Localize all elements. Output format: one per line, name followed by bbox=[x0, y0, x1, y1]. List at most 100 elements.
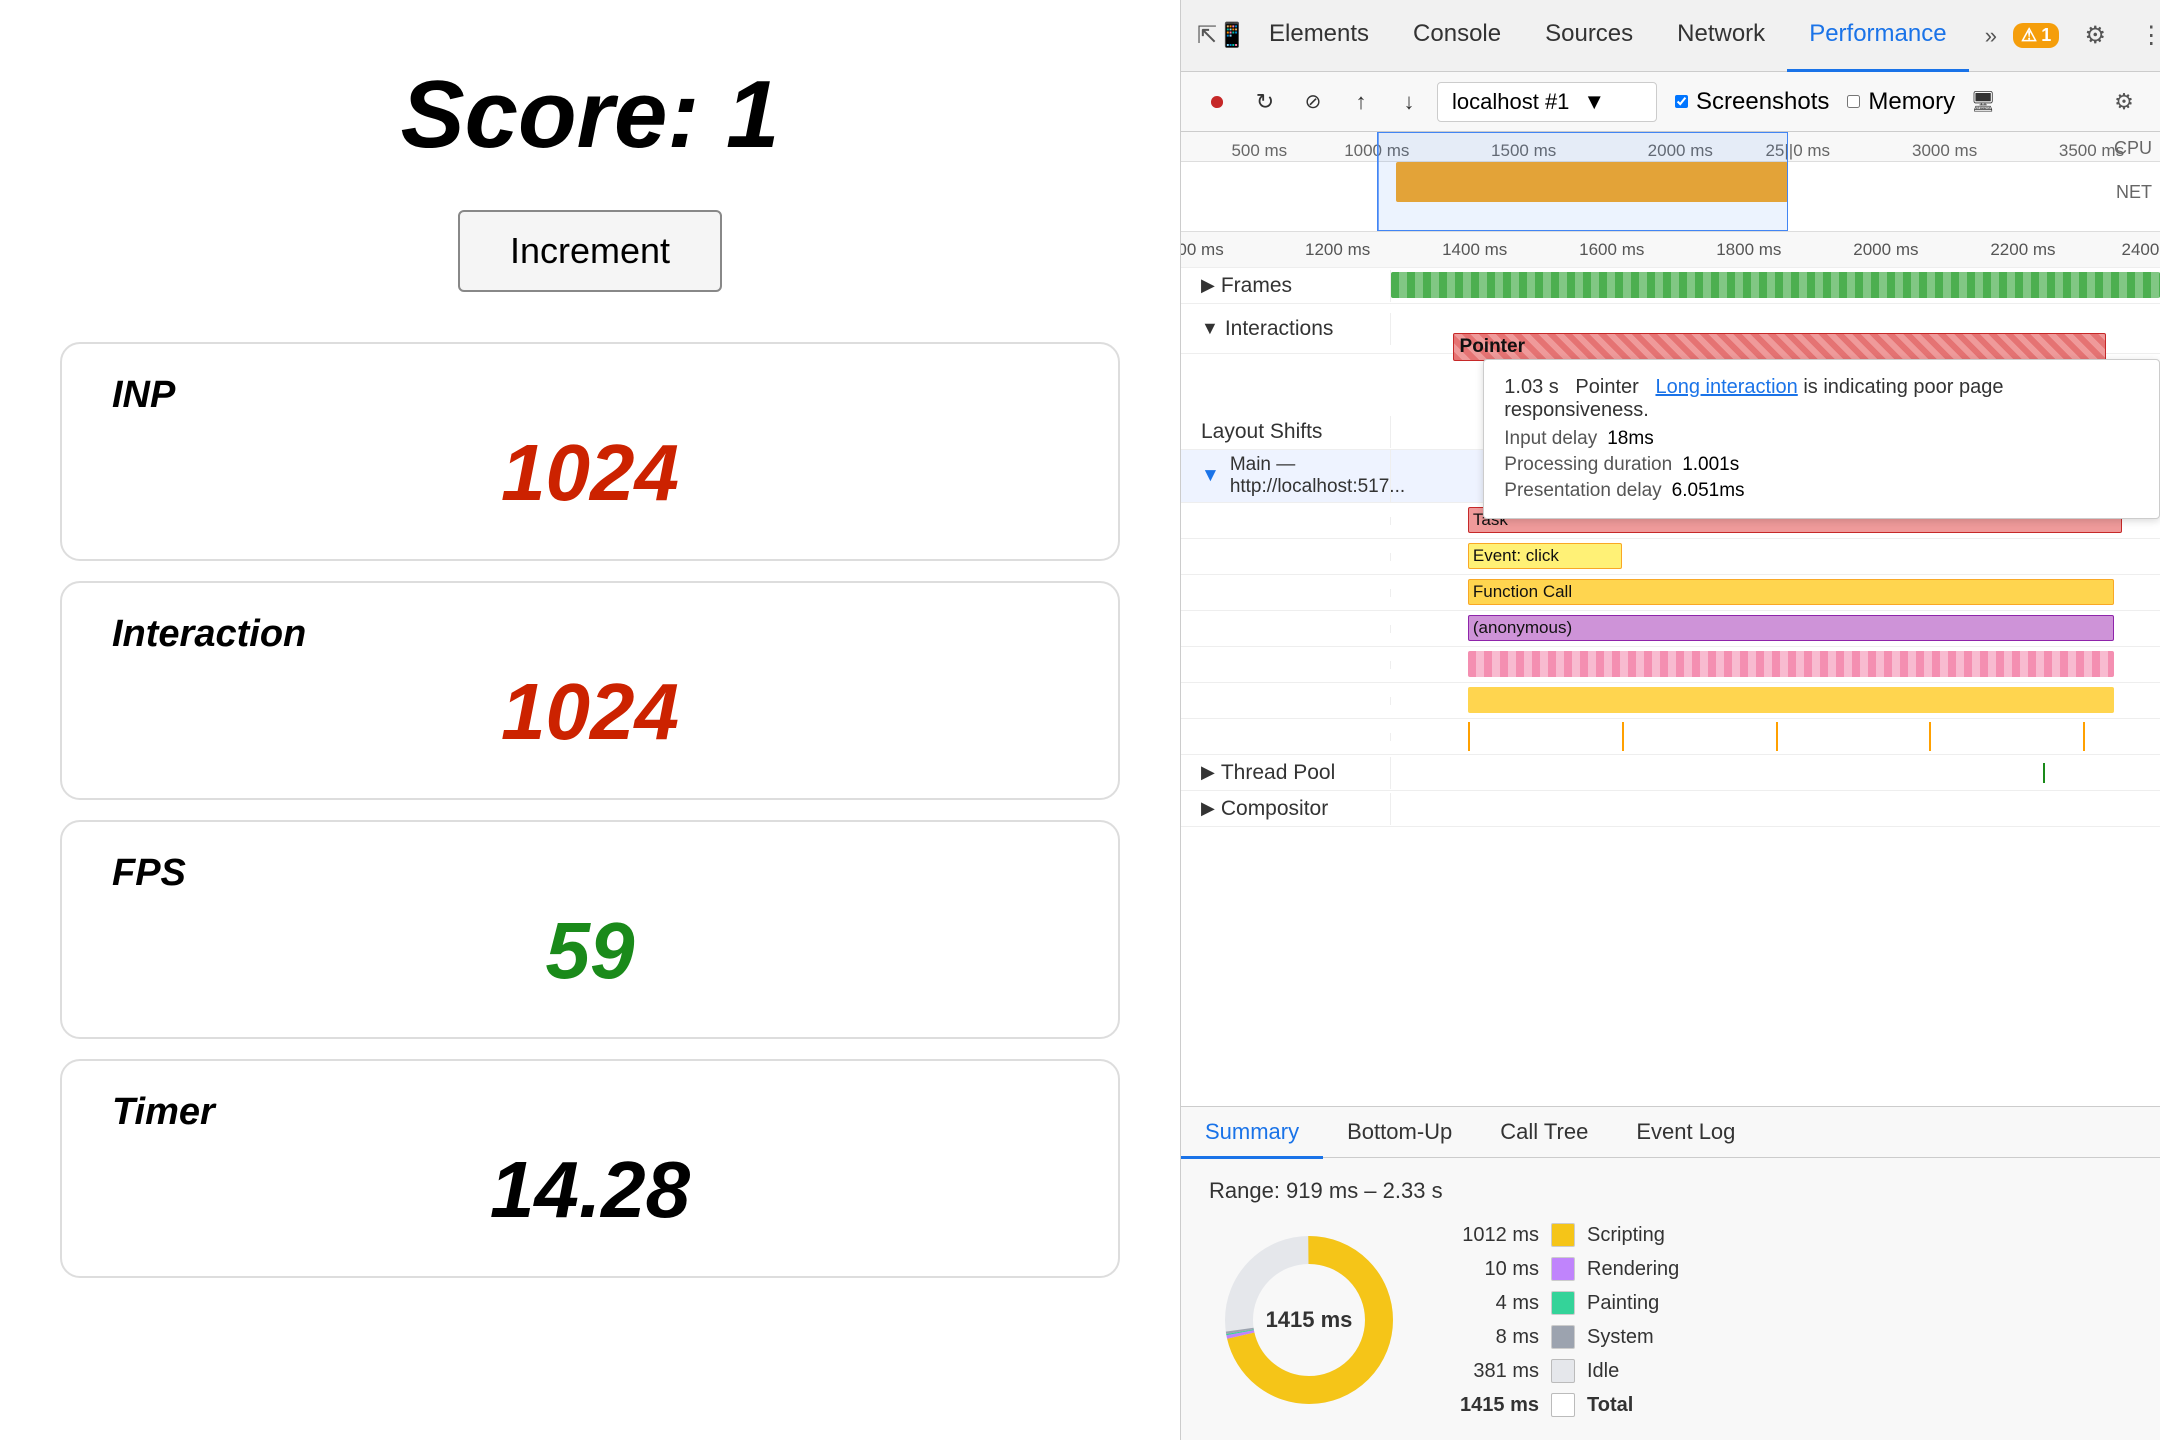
yellow-row bbox=[1181, 683, 2160, 719]
event-click-bar[interactable]: Event: click bbox=[1468, 543, 1622, 569]
tooltip-input-delay-val: 18ms bbox=[1607, 428, 1653, 450]
tab-event-log[interactable]: Event Log bbox=[1612, 1107, 1759, 1159]
timeline-main[interactable]: 00 ms 1200 ms 1400 ms 1600 ms 1800 ms 20… bbox=[1181, 232, 2160, 1106]
bottom-tabs: Summary Bottom-Up Call Tree Event Log bbox=[1181, 1106, 2160, 1158]
legend-idle-swatch bbox=[1551, 1359, 1575, 1383]
legend-total: 1415 ms Total bbox=[1449, 1393, 1679, 1417]
increment-button[interactable]: Increment bbox=[458, 210, 722, 292]
legend-painting-val: 4 ms bbox=[1449, 1292, 1539, 1315]
main-tick-1400: 1400 ms bbox=[1442, 240, 1507, 260]
vertical-line-3 bbox=[1776, 722, 1778, 751]
tab-network[interactable]: Network bbox=[1655, 0, 1787, 72]
anonymous-row: (anonymous) bbox=[1181, 611, 2160, 647]
tooltip-warning-link[interactable]: Long interaction bbox=[1655, 376, 1797, 398]
pointer-interaction-bar[interactable]: Pointer bbox=[1453, 333, 2107, 361]
empty-label-1 bbox=[1181, 733, 1391, 741]
function-call-bar[interactable]: Function Call bbox=[1468, 579, 2114, 605]
cursor-icon[interactable]: ⇱ bbox=[1197, 16, 1217, 56]
tab-summary[interactable]: Summary bbox=[1181, 1107, 1323, 1159]
tab-call-tree[interactable]: Call Tree bbox=[1476, 1107, 1612, 1159]
net-label: NET bbox=[2116, 182, 2152, 203]
more-tabs-button[interactable]: » bbox=[1969, 23, 2013, 49]
frames-label-text: Frames bbox=[1221, 274, 1292, 298]
frames-bar bbox=[1391, 272, 2160, 298]
legend-scripting-swatch bbox=[1551, 1223, 1575, 1247]
tab-performance[interactable]: Performance bbox=[1787, 0, 1968, 72]
legend-scripting-val: 1012 ms bbox=[1449, 1224, 1539, 1247]
interactions-label-text: Interactions bbox=[1225, 317, 1334, 341]
anonymous-bar[interactable]: (anonymous) bbox=[1468, 615, 2114, 641]
yellow-content bbox=[1391, 683, 2160, 719]
pink-row bbox=[1181, 647, 2160, 683]
record-button[interactable]: ⏺ bbox=[1197, 82, 1237, 122]
legend-idle: 381 ms Idle bbox=[1449, 1359, 1679, 1383]
tab-sources[interactable]: Sources bbox=[1523, 0, 1655, 72]
ruler-tick-3000: 3000 ms bbox=[1912, 141, 1977, 161]
fps-value: 59 bbox=[112, 905, 1068, 997]
settings-icon[interactable]: ⚙ bbox=[2075, 16, 2115, 56]
compositor-collapse-icon[interactable]: ▶ bbox=[1201, 798, 1215, 819]
compositor-label: ▶ Compositor bbox=[1181, 793, 1391, 825]
timeline-overview[interactable]: 500 ms 1000 ms 1500 ms 2000 ms 25||0 ms … bbox=[1181, 132, 2160, 232]
device-icon[interactable]: 📱 bbox=[1217, 16, 1247, 56]
main-tick-1600: 1600 ms bbox=[1579, 240, 1644, 260]
pink-label bbox=[1181, 661, 1391, 669]
timer-label: Timer bbox=[112, 1091, 1068, 1134]
interactions-content: Pointer 1.03 s Pointer Long interaction … bbox=[1391, 304, 2160, 353]
screenshots-checkbox[interactable] bbox=[1675, 95, 1688, 108]
url-selector[interactable]: localhost #1 ▼ bbox=[1437, 82, 1657, 122]
interaction-value: 1024 bbox=[112, 666, 1068, 758]
legend-scripting: 1012 ms Scripting bbox=[1449, 1223, 1679, 1247]
yellow-bar bbox=[1468, 687, 2114, 713]
thread-pool-row: ▶ Thread Pool bbox=[1181, 755, 2160, 791]
warning-icon: ⚠ bbox=[2021, 25, 2037, 46]
inp-label: INP bbox=[112, 374, 1068, 417]
memory-label: Memory bbox=[1868, 88, 1955, 116]
compositor-row: ▶ Compositor bbox=[1181, 791, 2160, 827]
main-thread-collapse-icon[interactable]: ▼ bbox=[1201, 465, 1220, 487]
legend-painting-swatch bbox=[1551, 1291, 1575, 1315]
devtools-topbar: ⇱ 📱 Elements Console Sources Network Per… bbox=[1181, 0, 2160, 72]
more-options-icon[interactable]: ⋮ bbox=[2131, 16, 2160, 56]
layout-shifts-label-text: Layout Shifts bbox=[1201, 420, 1322, 444]
warning-badge: ⚠ 1 bbox=[2013, 23, 2059, 48]
memory-icon[interactable]: 🖥 bbox=[1963, 82, 2003, 122]
clear-button[interactable]: ⊘ bbox=[1293, 82, 1333, 122]
function-call-row: Function Call bbox=[1181, 575, 2160, 611]
compositor-content bbox=[1391, 791, 2160, 827]
main-tick-2400: 2400 bbox=[2121, 240, 2159, 260]
legend-system: 8 ms System bbox=[1449, 1325, 1679, 1349]
devtools-toolbar: ⏺ ↻ ⊘ ↑ ↓ localhost #1 ▼ Screenshots Mem… bbox=[1181, 72, 2160, 132]
legend-rendering-val: 10 ms bbox=[1449, 1258, 1539, 1281]
memory-checkbox[interactable] bbox=[1847, 95, 1860, 108]
download-button[interactable]: ↓ bbox=[1389, 82, 1429, 122]
upload-button[interactable]: ↑ bbox=[1341, 82, 1381, 122]
interaction-label: Interaction bbox=[112, 613, 1068, 656]
pink-content bbox=[1391, 647, 2160, 683]
tooltip-processing-label: Processing duration bbox=[1504, 454, 1672, 476]
tooltip-presentation: Presentation delay 6.051ms bbox=[1504, 480, 2139, 502]
thread-pool-indicator bbox=[2043, 763, 2045, 783]
thread-pool-collapse-icon[interactable]: ▶ bbox=[1201, 762, 1215, 783]
tooltip-event: Pointer bbox=[1575, 376, 1638, 398]
tab-elements[interactable]: Elements bbox=[1247, 0, 1391, 72]
tab-call-tree-label: Call Tree bbox=[1500, 1119, 1588, 1145]
tab-bottom-up[interactable]: Bottom-Up bbox=[1323, 1107, 1476, 1159]
tooltip-input-delay: Input delay 18ms bbox=[1504, 428, 2139, 450]
pointer-label: Pointer bbox=[1460, 336, 1525, 358]
tooltip-processing-val: 1.001s bbox=[1682, 454, 1739, 476]
tooltip-title: 1.03 s Pointer Long interaction is indic… bbox=[1504, 376, 2139, 422]
toolbar-settings-icon[interactable]: ⚙ bbox=[2104, 82, 2144, 122]
legend-total-val: 1415 ms bbox=[1449, 1394, 1539, 1417]
tooltip-processing: Processing duration 1.001s bbox=[1504, 454, 2139, 476]
tab-console[interactable]: Console bbox=[1391, 0, 1523, 72]
reload-button[interactable]: ↻ bbox=[1245, 82, 1285, 122]
frames-collapse-icon[interactable]: ▶ bbox=[1201, 275, 1215, 296]
legend-scripting-name: Scripting bbox=[1587, 1224, 1665, 1247]
donut-center-label: 1415 ms bbox=[1266, 1307, 1353, 1333]
anonymous-content: (anonymous) bbox=[1391, 611, 2160, 647]
interactions-collapse-icon[interactable]: ▼ bbox=[1201, 318, 1219, 339]
main-thread-label-text: Main — http://localhost:517... bbox=[1230, 454, 1405, 498]
warning-count: 1 bbox=[2041, 25, 2051, 46]
timeline-selection[interactable] bbox=[1377, 132, 1788, 231]
